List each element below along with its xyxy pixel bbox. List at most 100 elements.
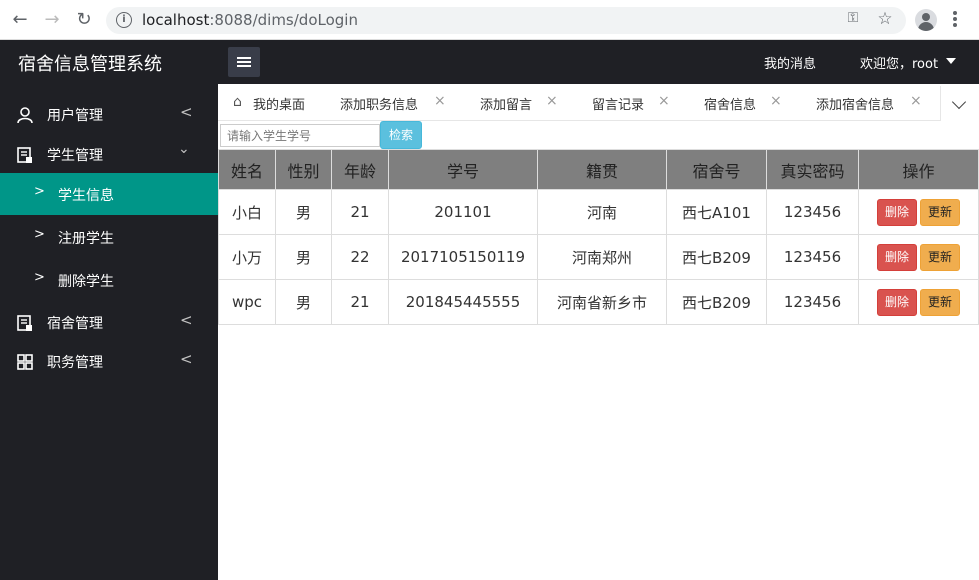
age-cell: 21 xyxy=(331,189,389,235)
search-button[interactable]: 检索 xyxy=(380,121,422,149)
address-bar[interactable]: i localhost:8088/dims/doLogin xyxy=(106,7,906,34)
column-header: 籍贯 xyxy=(537,149,667,190)
url-path: :8088/dims/doLogin xyxy=(209,11,358,29)
age-cell: 22 xyxy=(331,234,389,280)
sidebar-subitem-label: 删除学生 xyxy=(58,274,114,290)
update-button[interactable]: 更新 xyxy=(920,243,960,271)
close-icon[interactable]: × xyxy=(910,93,922,109)
tab-bar: ⌂ 我的桌面 添加职务信息 × 添加留言 × 留言记录 × 宿舍信息 × 添加宿… xyxy=(218,84,979,121)
sidebar-item-dorm-management[interactable]: 宿舍管理 < xyxy=(0,302,218,342)
name-cell: 小白 xyxy=(218,189,276,235)
actions-cell: 删除 更新 xyxy=(858,279,979,325)
sidebar: 用户管理 < 学生管理 ⌄ > 学生信息 > 注册学生 > 删除学生 宿舍管理 … xyxy=(0,84,218,580)
gender-cell: 男 xyxy=(275,279,332,325)
sidebar-item-position-management[interactable]: 职务管理 < xyxy=(0,341,218,381)
star-icon[interactable]: ☆ xyxy=(875,9,895,29)
back-icon[interactable]: ← xyxy=(8,8,32,32)
table-row: 小白 男 21 201101 河南 西七A101 123456 删除 更新 xyxy=(218,189,979,235)
chevron-left-icon: < xyxy=(180,350,193,368)
name-cell: wpc xyxy=(218,279,276,325)
tab-label: 宿舍信息 xyxy=(704,98,757,113)
delete-button[interactable]: 删除 xyxy=(877,288,917,316)
chevron-left-icon: < xyxy=(180,311,193,329)
update-button[interactable]: 更新 xyxy=(920,288,960,316)
tab-add-message[interactable]: 添加留言 × xyxy=(466,84,578,121)
document-icon xyxy=(17,147,32,163)
column-header: 性别 xyxy=(275,149,332,190)
student-id-cell: 201101 xyxy=(388,189,538,235)
chevron-left-icon: < xyxy=(180,103,193,121)
sidebar-item-label: 宿舍管理 xyxy=(47,316,103,332)
sidebar-item-student-management[interactable]: 学生管理 ⌄ xyxy=(0,134,218,174)
close-icon[interactable]: × xyxy=(658,93,670,109)
column-header: 学号 xyxy=(388,149,538,190)
student-id-cell: 201845445555 xyxy=(388,279,538,325)
student-id-cell: 2017105150119 xyxy=(388,234,538,280)
url-text[interactable]: localhost:8088/dims/doLogin xyxy=(142,11,358,29)
close-icon[interactable]: × xyxy=(546,93,558,109)
column-header: 年龄 xyxy=(331,149,389,190)
tab-label: 留言记录 xyxy=(592,98,645,113)
update-button[interactable]: 更新 xyxy=(920,198,960,226)
tab-add-position[interactable]: 添加职务信息 × xyxy=(326,84,466,121)
reload-icon[interactable]: ↻ xyxy=(72,8,96,32)
tab-more-button[interactable] xyxy=(940,86,979,121)
tab-label: 添加留言 xyxy=(480,98,533,113)
sidebar-subitem-register-student[interactable]: > 注册学生 xyxy=(0,216,218,258)
sidebar-subitem-label: 注册学生 xyxy=(58,231,114,247)
chevron-down-icon xyxy=(951,94,967,110)
sidebar-subitem-student-info[interactable]: > 学生信息 xyxy=(0,173,218,215)
password-cell: 123456 xyxy=(766,279,859,325)
tab-dorm-info[interactable]: 宿舍信息 × xyxy=(690,84,802,121)
my-messages-link[interactable]: 我的消息 xyxy=(764,53,816,72)
caret-down-icon[interactable] xyxy=(946,58,956,64)
close-icon[interactable]: × xyxy=(434,93,446,109)
tab-message-records[interactable]: 留言记录 × xyxy=(578,84,690,121)
forward-icon[interactable]: → xyxy=(40,8,64,32)
password-cell: 123456 xyxy=(766,234,859,280)
hometown-cell: 河南省新乡市 xyxy=(537,279,667,325)
document-icon xyxy=(17,315,32,331)
tab-add-dorm-info[interactable]: 添加宿舍信息 × xyxy=(802,84,942,121)
more-menu-icon[interactable] xyxy=(950,10,960,30)
gender-cell: 男 xyxy=(275,234,332,280)
browser-toolbar: ← → ↻ i localhost:8088/dims/doLogin ⚿ ☆ xyxy=(0,0,979,40)
sidebar-item-label: 职务管理 xyxy=(47,355,103,371)
age-cell: 21 xyxy=(331,279,389,325)
user-icon xyxy=(17,107,33,124)
chevron-right-icon: > xyxy=(34,184,45,199)
sidebar-subitem-delete-student[interactable]: > 删除学生 xyxy=(0,259,218,301)
gender-cell: 男 xyxy=(275,189,332,235)
tab-label: 添加宿舍信息 xyxy=(816,98,895,113)
dorm-number-cell: 西七B209 xyxy=(666,234,767,280)
delete-button[interactable]: 删除 xyxy=(877,243,917,271)
close-icon[interactable]: × xyxy=(770,93,782,109)
user-menu[interactable]: 欢迎您，root xyxy=(860,53,938,72)
chevron-down-icon: ⌄ xyxy=(178,141,190,157)
actions-cell: 删除 更新 xyxy=(858,234,979,280)
column-header: 姓名 xyxy=(218,149,276,190)
app-title: 宿舍信息管理系统 xyxy=(18,54,162,75)
sidebar-item-label: 学生管理 xyxy=(47,148,103,164)
grid-icon xyxy=(17,354,33,370)
hometown-cell: 河南 xyxy=(537,189,667,235)
url-host: localhost xyxy=(142,11,210,29)
column-header: 宿舍号 xyxy=(666,149,767,190)
profile-icon[interactable] xyxy=(915,9,937,31)
info-icon[interactable]: i xyxy=(116,12,132,28)
student-id-search-input[interactable] xyxy=(220,124,380,147)
app-header: 宿舍信息管理系统 我的消息 欢迎您，root xyxy=(0,40,979,84)
column-header: 真实密码 xyxy=(766,149,859,190)
sidebar-subitem-label: 学生信息 xyxy=(58,188,114,204)
column-header: 操作 xyxy=(858,149,979,190)
dorm-number-cell: 西七A101 xyxy=(666,189,767,235)
hometown-cell: 河南郑州 xyxy=(537,234,667,280)
sidebar-item-user-management[interactable]: 用户管理 < xyxy=(0,94,218,134)
dorm-number-cell: 西七B209 xyxy=(666,279,767,325)
name-cell: 小万 xyxy=(218,234,276,280)
tab-label: 我的桌面 xyxy=(253,98,306,113)
tab-my-desktop[interactable]: ⌂ 我的桌面 xyxy=(218,84,326,121)
menu-toggle-icon[interactable] xyxy=(228,47,260,77)
delete-button[interactable]: 删除 xyxy=(877,198,917,226)
key-icon[interactable]: ⚿ xyxy=(843,10,863,30)
